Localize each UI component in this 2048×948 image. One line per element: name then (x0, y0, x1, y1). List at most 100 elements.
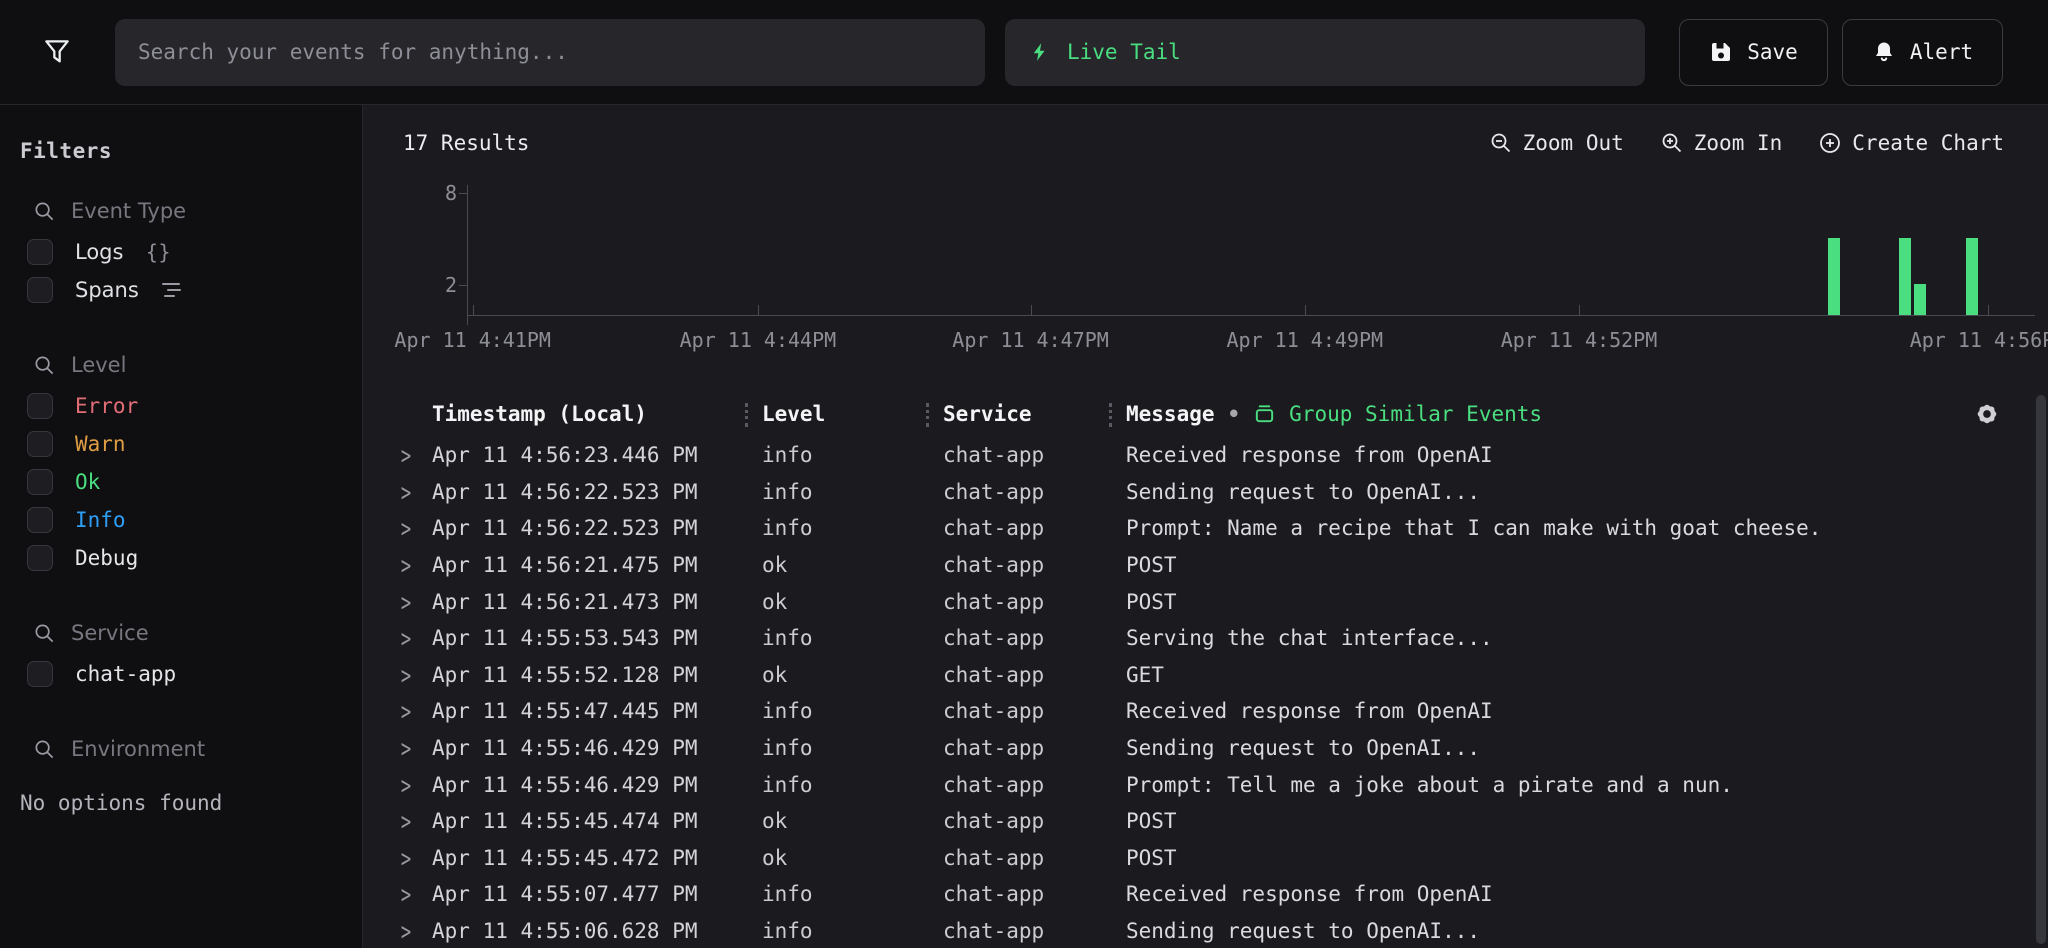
save-label: Save (1747, 40, 1798, 64)
row-expand-chevron[interactable]: > (400, 590, 432, 614)
x-axis-tick (473, 305, 474, 315)
search-icon (33, 354, 56, 377)
cell-timestamp: Apr 11 4:55:46.429 PM (432, 736, 762, 760)
service-search-input[interactable] (71, 621, 348, 645)
chevron-right-icon: > (401, 550, 411, 580)
table-row[interactable]: >Apr 11 4:55:47.445 PMinfochat-appReceiv… (363, 693, 2034, 730)
filter-option-label: Error (75, 394, 138, 418)
level-search-input[interactable] (71, 353, 348, 377)
no-options-text: No options found (20, 791, 348, 815)
filter-option-warn[interactable]: Warn (27, 431, 348, 457)
row-expand-chevron[interactable]: > (400, 443, 432, 467)
row-expand-chevron[interactable]: > (400, 882, 432, 906)
checkbox[interactable] (27, 431, 53, 457)
x-axis-label: Apr 11 4:47PM (952, 328, 1109, 352)
y-axis-label: 2 (421, 273, 457, 297)
table-row[interactable]: >Apr 11 4:56:23.446 PMinfochat-appReceiv… (363, 437, 2034, 474)
row-expand-chevron[interactable]: > (400, 846, 432, 870)
live-tail-button[interactable]: Live Tail (1005, 19, 1645, 86)
col-header-timestamp[interactable]: Timestamp (Local) (432, 402, 762, 426)
environment-search-input[interactable] (71, 737, 348, 761)
table-row[interactable]: >Apr 11 4:55:53.543 PMinfochat-appServin… (363, 620, 2034, 657)
filter-option-error[interactable]: Error (27, 393, 348, 419)
histogram-bar[interactable] (1966, 238, 1978, 315)
cell-level: ok (762, 590, 943, 614)
table-row[interactable]: >Apr 11 4:55:07.477 PMinfochat-appReceiv… (363, 876, 2034, 913)
filter-funnel-icon[interactable] (40, 33, 74, 71)
chevron-right-icon: > (401, 440, 411, 470)
checkbox[interactable] (27, 469, 53, 495)
cell-service: chat-app (943, 590, 1126, 614)
checkbox[interactable] (27, 277, 53, 303)
checkbox[interactable] (27, 545, 53, 571)
row-expand-chevron[interactable]: > (400, 516, 432, 540)
table-row[interactable]: >Apr 11 4:55:46.429 PMinfochat-appSendin… (363, 730, 2034, 767)
app-root: Live Tail Save Alert Filters Logs{} Spans… (0, 0, 2048, 948)
filter-option-ok[interactable]: Ok (27, 469, 348, 495)
col-header-service[interactable]: Service (943, 402, 1126, 426)
histogram-bar[interactable] (1899, 238, 1911, 315)
group-similar-events-button[interactable]: Group Similar Events (1289, 402, 1542, 426)
table-row[interactable]: >Apr 11 4:56:21.473 PMokchat-appPOST (363, 583, 2034, 620)
cell-message: Prompt: Tell me a joke about a pirate an… (1126, 773, 2034, 797)
save-button[interactable]: Save (1679, 19, 1828, 86)
cell-message: POST (1126, 809, 2034, 833)
table-row[interactable]: >Apr 11 4:56:21.475 PMokchat-appPOST (363, 547, 2034, 584)
x-axis-label: Apr 11 4:49PM (1226, 328, 1383, 352)
histogram-bar[interactable] (1914, 284, 1926, 315)
filter-group-service: chat-app (20, 617, 348, 687)
filter-option-info[interactable]: Info (27, 507, 348, 533)
filters-title: Filters (20, 139, 348, 163)
histogram-bar[interactable] (1828, 238, 1840, 315)
row-expand-chevron[interactable]: > (400, 919, 432, 943)
col-header-level[interactable]: Level (762, 402, 943, 426)
row-expand-chevron[interactable]: > (400, 773, 432, 797)
x-axis-tick (758, 305, 759, 315)
row-expand-chevron[interactable]: > (400, 699, 432, 723)
cell-service: chat-app (943, 626, 1126, 650)
zoom-in-icon (1660, 131, 1684, 155)
filter-option-spans[interactable]: Spans (27, 277, 348, 303)
filter-option-chat-app[interactable]: chat-app (27, 661, 348, 687)
scrollbar-thumb[interactable] (2036, 395, 2046, 944)
zoom-out-button[interactable]: Zoom Out (1489, 131, 1624, 155)
checkbox[interactable] (27, 393, 53, 419)
live-tail-label: Live Tail (1067, 40, 1181, 64)
cell-message: Received response from OpenAI (1126, 882, 2034, 906)
search-icon (33, 622, 56, 645)
checkbox[interactable] (27, 239, 53, 265)
row-expand-chevron[interactable]: > (400, 736, 432, 760)
chevron-right-icon: > (401, 513, 411, 543)
table-row[interactable]: >Apr 11 4:55:45.472 PMokchat-appPOST (363, 840, 2034, 877)
row-expand-chevron[interactable]: > (400, 626, 432, 650)
settings-gear-icon[interactable] (1973, 400, 2001, 428)
table-row[interactable]: >Apr 11 4:55:45.474 PMokchat-appPOST (363, 803, 2034, 840)
create-chart-button[interactable]: Create Chart (1818, 131, 2004, 155)
table-row[interactable]: >Apr 11 4:55:06.628 PMinfochat-appSendin… (363, 913, 2034, 948)
sidebar-groups: Logs{} Spans Error Warn Ok Info Debug chat-app N… (20, 195, 348, 815)
row-expand-chevron[interactable]: > (400, 809, 432, 833)
cell-service: chat-app (943, 663, 1126, 687)
search-input[interactable] (138, 40, 962, 64)
checkbox[interactable] (27, 507, 53, 533)
zoom-out-icon (1489, 131, 1513, 155)
table-row[interactable]: >Apr 11 4:56:22.523 PMinfochat-appPrompt… (363, 510, 2034, 547)
search-bar[interactable] (115, 19, 985, 86)
table-row[interactable]: >Apr 11 4:55:52.128 PMokchat-appGET (363, 657, 2034, 694)
table-row[interactable]: >Apr 11 4:55:46.429 PMinfochat-appPrompt… (363, 766, 2034, 803)
row-expand-chevron[interactable]: > (400, 663, 432, 687)
checkbox[interactable] (27, 661, 53, 687)
cell-service: chat-app (943, 516, 1126, 540)
filter-option-debug[interactable]: Debug (27, 545, 348, 571)
event-type-search-input[interactable] (71, 199, 348, 223)
filter-option-logs[interactable]: Logs{} (27, 239, 348, 265)
row-expand-chevron[interactable]: > (400, 480, 432, 504)
table-row[interactable]: >Apr 11 4:56:22.523 PMinfochat-appSendin… (363, 474, 2034, 511)
chevron-right-icon: > (401, 587, 411, 617)
group-stack-icon (1253, 402, 1276, 425)
filter-option-label: Debug (75, 546, 138, 570)
alert-button[interactable]: Alert (1842, 19, 2003, 86)
row-expand-chevron[interactable]: > (400, 553, 432, 577)
zoom-in-button[interactable]: Zoom In (1660, 131, 1783, 155)
chevron-right-icon: > (401, 660, 411, 690)
